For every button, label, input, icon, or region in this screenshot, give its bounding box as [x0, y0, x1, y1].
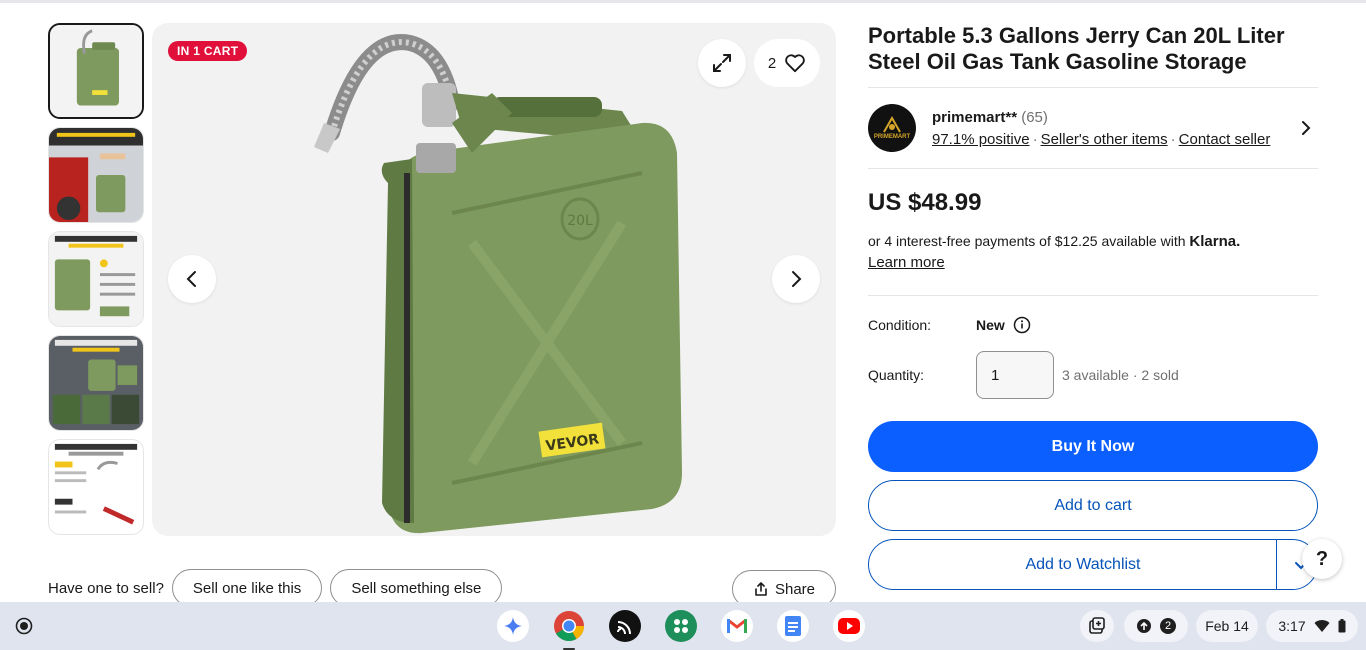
notification-count: 2 — [1160, 618, 1176, 634]
seller-expand-button[interactable] — [1294, 116, 1318, 140]
taskbar: 2 Feb 14 3:17 — [0, 602, 1366, 650]
available-count: 3 available — [1062, 367, 1129, 383]
condition-row: Condition: New — [868, 316, 1318, 334]
installments-text: or 4 interest-free payments of $12.25 av… — [868, 233, 1186, 249]
youtube-app[interactable] — [833, 610, 865, 642]
price: US $48.99 — [868, 189, 982, 216]
cast-icon — [617, 621, 631, 635]
classroom-app[interactable] — [665, 610, 697, 642]
previous-image-button[interactable] — [168, 255, 216, 303]
seller-other-items-link[interactable]: Seller's other items — [1041, 131, 1168, 148]
chevron-left-icon — [186, 271, 196, 287]
launcher-icon — [15, 617, 33, 635]
watchlist-divider — [1276, 540, 1277, 589]
thumbnail-can-image — [50, 25, 142, 117]
thumbnail-list — [48, 23, 144, 543]
condition-value: New — [976, 317, 1005, 333]
thumbnail-sealing-image — [49, 336, 143, 430]
product-details: Portable 5.3 Gallons Jerry Can 20L Liter… — [868, 23, 1318, 590]
installments: or 4 interest-free payments of $12.25 av… — [868, 231, 1318, 273]
docs-icon — [785, 616, 801, 636]
expand-image-button[interactable] — [698, 39, 746, 87]
chevron-right-icon — [792, 271, 802, 287]
in-cart-badge: IN 1 CART — [168, 41, 248, 61]
seller-feedback-count: (65) — [1021, 108, 1048, 126]
status-tray[interactable]: 3:17 — [1266, 610, 1358, 642]
learn-more-link[interactable]: Learn more — [868, 254, 945, 271]
link-separator: · — [1032, 130, 1038, 148]
wifi-icon — [1314, 620, 1330, 632]
watch-button[interactable]: 2 — [754, 39, 820, 87]
docs-app[interactable] — [777, 610, 809, 642]
seller-name-row: primemart** (65) — [932, 109, 1294, 126]
top-border — [0, 0, 1366, 3]
chrome-icon — [554, 611, 584, 642]
seller-name[interactable]: primemart** — [932, 109, 1017, 126]
main-product-image: 20L VEVOR IN 1 CART 2 — [152, 23, 836, 536]
chrome-app[interactable] — [553, 610, 585, 650]
battery-icon — [1338, 619, 1346, 633]
gmail-app[interactable] — [721, 610, 753, 642]
apps-grid-icon — [674, 619, 688, 633]
klarna-logo: Klarna. — [1189, 233, 1241, 250]
thumbnail-2[interactable] — [48, 127, 144, 223]
heart-icon — [785, 54, 805, 73]
notifications-button[interactable]: 2 — [1124, 610, 1188, 642]
seller-info: primemart** (65) 97.1% positive · Seller's… — [932, 109, 1294, 148]
capacity-emboss: 20L — [567, 213, 593, 229]
chevron-right-icon — [1302, 121, 1311, 135]
sold-count: 2 sold — [1141, 367, 1179, 383]
date-tray[interactable]: Feb 14 — [1196, 610, 1258, 642]
youtube-icon — [838, 618, 860, 634]
expand-icon — [713, 54, 731, 72]
price-block: US $48.99 or 4 interest-free payments of… — [868, 169, 1318, 296]
quantity-label: Quantity: — [868, 367, 925, 383]
jerry-can-illustration: 20L VEVOR — [314, 34, 682, 534]
launcher-button[interactable] — [12, 614, 36, 638]
seller-links: 97.1% positive · Seller's other items · Cont… — [932, 131, 1294, 148]
thumbnail-1[interactable] — [48, 23, 144, 119]
quantity-availability: 3 available · 2 sold — [1062, 367, 1179, 383]
thumbnail-4[interactable] — [48, 335, 144, 431]
help-button[interactable]: ? — [1302, 539, 1342, 579]
sell-label: Have one to sell? — [48, 579, 164, 597]
add-to-cart-button[interactable]: Add to cart — [868, 480, 1318, 531]
clipboard-icon — [1089, 617, 1105, 634]
gemini-app[interactable] — [497, 610, 529, 642]
buy-it-now-button[interactable]: Buy It Now — [868, 421, 1318, 472]
watch-count: 2 — [767, 54, 777, 72]
tote-button[interactable] — [1080, 610, 1114, 642]
seller-positive-link[interactable]: 97.1% positive — [932, 131, 1030, 148]
thumbnail-car-image — [49, 128, 143, 222]
add-to-watchlist-button[interactable]: Add to Watchlist — [868, 539, 1318, 590]
thumbnail-steel-image — [49, 232, 143, 326]
shelf-apps — [497, 610, 865, 650]
condition-label: Condition: — [868, 317, 932, 333]
product-title: Portable 5.3 Gallons Jerry Can 20L Liter… — [868, 23, 1318, 88]
seller-logo-icon — [883, 116, 901, 133]
share-icon — [755, 582, 767, 596]
next-image-button[interactable] — [772, 255, 820, 303]
clock-time: 3:17 — [1278, 618, 1306, 634]
link-separator: · — [1170, 130, 1176, 148]
gmail-icon — [727, 618, 747, 633]
info-icon[interactable] — [1013, 316, 1031, 334]
quantity-input[interactable] — [976, 351, 1054, 399]
seller-card[interactable]: PRIMEMART primemart** (65) 97.1% positiv… — [868, 88, 1318, 169]
contact-seller-link[interactable]: Contact seller — [1179, 131, 1271, 148]
thumbnail-spout-image — [49, 440, 143, 534]
sell-row: Have one to sell? Sell one like this Sel… — [48, 569, 836, 608]
seller-avatar-text: PRIMEMART — [873, 134, 911, 140]
podcast-app[interactable] — [609, 610, 641, 642]
upload-icon — [1137, 619, 1151, 633]
gemini-icon — [504, 617, 522, 635]
seller-avatar[interactable]: PRIMEMART — [868, 104, 916, 152]
quantity-row: Quantity: 3 available · 2 sold — [868, 351, 1318, 399]
thumbnail-5[interactable] — [48, 439, 144, 535]
thumbnail-3[interactable] — [48, 231, 144, 327]
add-to-watchlist-label: Add to Watchlist — [1025, 555, 1141, 573]
share-label: Share — [774, 580, 815, 598]
